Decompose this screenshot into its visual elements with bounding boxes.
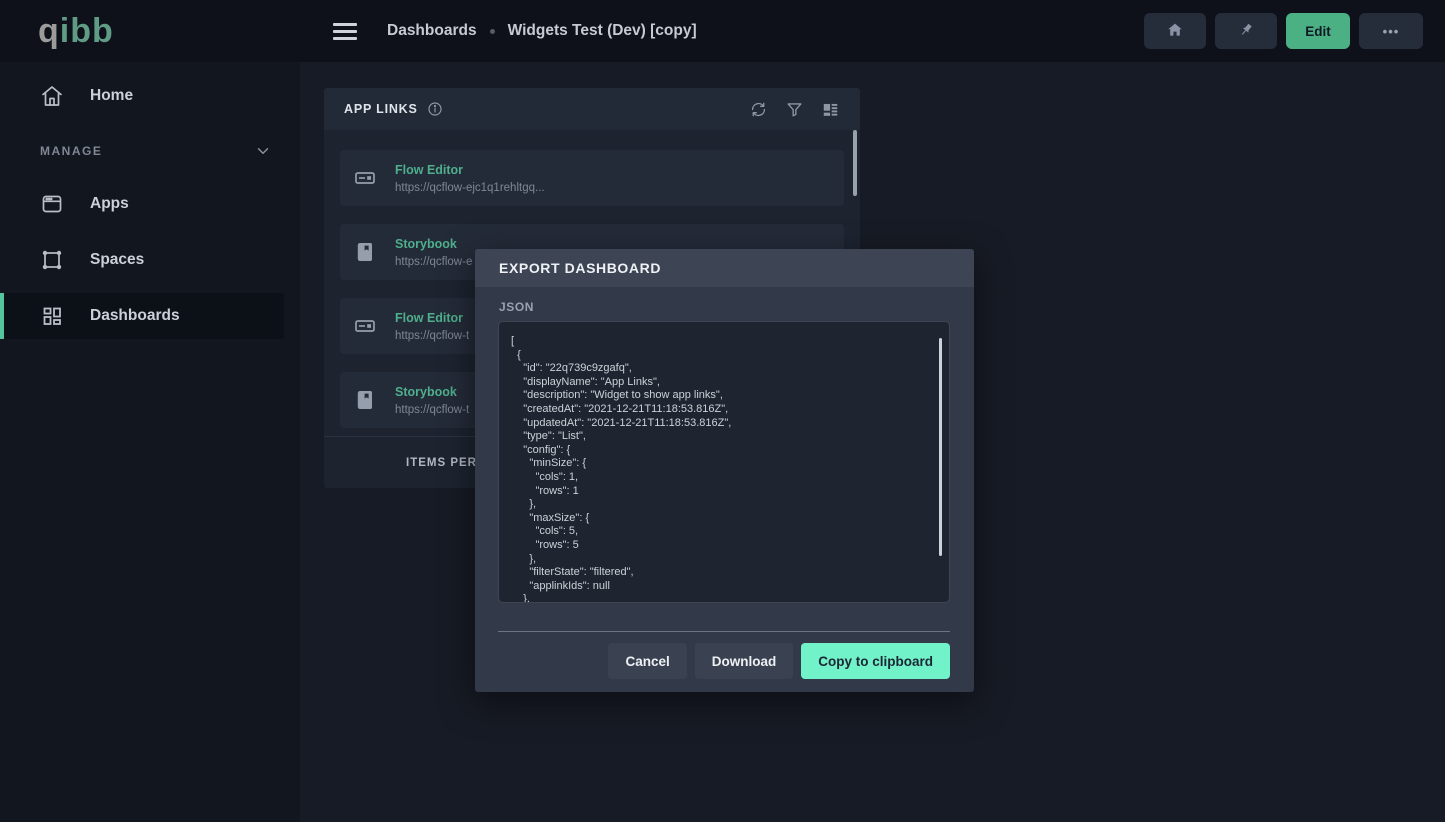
app-links-widget-header: APP LINKS (324, 88, 860, 130)
pin-button[interactable] (1215, 13, 1277, 49)
breadcrumb-page-title: Widgets Test (Dev) [copy] (508, 22, 697, 40)
app-link-url: https://qcflow-e (395, 256, 472, 268)
panel-title: APP LINKS (344, 102, 418, 116)
panel-scrollbar-thumb[interactable] (853, 130, 857, 196)
flow-editor-icon (353, 314, 377, 338)
spaces-icon (40, 248, 64, 272)
json-text: [ { "id": "22q739c9zgafq", "displayName"… (499, 322, 949, 603)
sidebar-item-spaces[interactable]: Spaces (0, 239, 300, 281)
book-icon (353, 388, 377, 412)
app-link-name: Storybook (395, 385, 469, 399)
info-icon[interactable] (427, 101, 443, 117)
sidebar-item-label: Spaces (90, 251, 144, 269)
sidebar-item-home[interactable]: Home (0, 75, 300, 117)
home-icon (40, 84, 64, 108)
list-item[interactable]: Flow Editor https://qcflow-ejc1q1rehltgq… (340, 150, 844, 206)
logo-letters-ibb: ibb (60, 12, 114, 50)
sidebar-item-apps[interactable]: Apps (0, 183, 300, 225)
copy-to-clipboard-button[interactable]: Copy to clipboard (801, 643, 950, 679)
top-header: Dashboards Widgets Test (Dev) [copy] Edi… (300, 0, 1445, 62)
modal-titlebar: EXPORT DASHBOARD (475, 249, 974, 287)
qibb-logo[interactable]: qibb (0, 0, 300, 62)
refresh-icon[interactable] (749, 100, 768, 119)
panel-actions (749, 100, 840, 119)
sidebar-section-manage[interactable]: MANAGE (0, 141, 300, 161)
sidebar-item-label: Home (90, 87, 133, 105)
app-link-name: Flow Editor (395, 311, 469, 325)
app-root: qibb Home MANAGE Apps Spaces (0, 0, 1445, 822)
breadcrumb-separator-dot (490, 29, 495, 34)
app-link-url: https://qcflow-ejc1q1rehltgq... (395, 182, 545, 194)
modal-buttons: Cancel Download Copy to clipboard (608, 643, 950, 679)
logo-letter-q: q (38, 12, 60, 50)
sidebar: qibb Home MANAGE Apps Spaces (0, 0, 300, 822)
dashboards-icon (40, 304, 64, 328)
cancel-button[interactable]: Cancel (608, 643, 686, 679)
pin-icon (1237, 21, 1255, 42)
flow-editor-icon (353, 166, 377, 190)
json-textarea[interactable]: [ { "id": "22q739c9zgafq", "displayName"… (498, 321, 950, 603)
menu-button[interactable] (333, 23, 357, 40)
breadcrumb-section[interactable]: Dashboards (387, 22, 477, 40)
header-actions: Edit ••• (1144, 13, 1423, 49)
export-dashboard-modal: EXPORT DASHBOARD JSON [ { "id": "22q739c… (475, 249, 974, 692)
sidebar-item-label: Dashboards (90, 307, 180, 325)
manage-section-label: MANAGE (40, 144, 102, 158)
apps-icon (40, 192, 64, 216)
edit-button[interactable]: Edit (1286, 13, 1350, 49)
filter-icon[interactable] (785, 100, 804, 119)
modal-title: EXPORT DASHBOARD (499, 260, 661, 276)
more-button[interactable]: ••• (1359, 13, 1423, 49)
textarea-scrollbar-thumb[interactable] (939, 338, 942, 556)
download-button[interactable]: Download (695, 643, 794, 679)
sidebar-item-label: Apps (90, 195, 129, 213)
breadcrumb: Dashboards Widgets Test (Dev) [copy] (387, 22, 697, 40)
widget-layout-icon[interactable] (821, 100, 840, 119)
chevron-down-icon (254, 142, 272, 160)
qibb-logo-text: qibb (38, 14, 114, 48)
app-link-url: https://qcflow-t (395, 330, 469, 342)
book-icon (353, 240, 377, 264)
json-field-label: JSON (499, 300, 534, 314)
app-link-url: https://qcflow-t (395, 404, 469, 416)
modal-footer-divider (498, 631, 950, 632)
sidebar-item-dashboards[interactable]: Dashboards (0, 293, 284, 339)
app-link-name: Flow Editor (395, 163, 545, 177)
home-button[interactable] (1144, 13, 1206, 49)
app-link-name: Storybook (395, 237, 472, 251)
home-filled-icon (1166, 21, 1184, 42)
